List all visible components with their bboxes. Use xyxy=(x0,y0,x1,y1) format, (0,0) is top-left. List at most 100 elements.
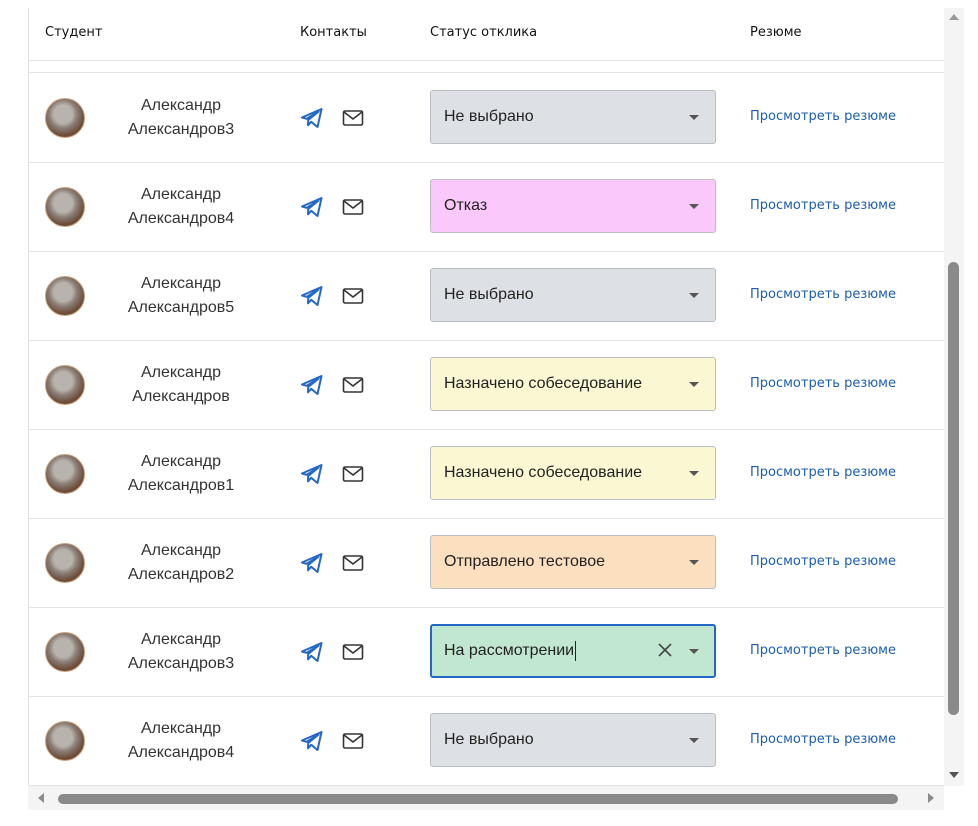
student-last-name: Александров1 xyxy=(127,477,235,494)
header-contacts: Контакты xyxy=(300,25,367,40)
telegram-icon[interactable] xyxy=(300,285,324,307)
view-resume-link[interactable]: Просмотреть резюме xyxy=(750,287,896,302)
student-name: Александр Александров4 xyxy=(111,717,251,765)
chevron-down-icon[interactable] xyxy=(689,382,699,387)
table-row: Александр Александров2 Отправлено тестов… xyxy=(29,519,945,608)
mail-icon[interactable] xyxy=(342,554,364,572)
chevron-down-icon[interactable] xyxy=(689,204,699,209)
status-select[interactable]: Не выбрано xyxy=(430,90,716,144)
status-select-value[interactable]: Назначено собеседование xyxy=(444,358,642,410)
mail-icon[interactable] xyxy=(342,109,364,127)
student-last-name: Александров2 xyxy=(127,566,235,583)
status-select[interactable]: Не выбрано xyxy=(430,268,716,322)
telegram-icon[interactable] xyxy=(300,374,324,396)
status-select-value[interactable]: Отправлено тестовое xyxy=(444,536,605,588)
horizontal-scrollbar[interactable] xyxy=(28,786,944,810)
student-name: Александр Александров4 xyxy=(111,183,251,231)
horizontal-scrollbar-thumb[interactable] xyxy=(58,794,898,804)
status-select-value[interactable]: Не выбрано xyxy=(444,91,534,143)
vertical-scrollbar[interactable] xyxy=(944,8,964,786)
student-last-name: Александров xyxy=(132,388,230,405)
student-first-name: Александр xyxy=(140,364,222,381)
chevron-down-icon[interactable] xyxy=(689,293,699,298)
header-resume: Резюме xyxy=(750,25,802,40)
avatar xyxy=(45,187,85,227)
avatar xyxy=(45,365,85,405)
table-row: Александр Александров4 Не выбрано Просмо… xyxy=(29,697,945,786)
student-first-name: Александр xyxy=(140,97,222,114)
view-resume-link[interactable]: Просмотреть резюме xyxy=(750,732,896,747)
status-select-value[interactable]: Не выбрано xyxy=(444,269,534,321)
status-select[interactable]: Назначено собеседование xyxy=(430,357,716,411)
student-first-name: Александр xyxy=(140,186,222,203)
student-name: Александр Александров3 xyxy=(111,94,251,142)
avatar xyxy=(45,721,85,761)
telegram-icon[interactable] xyxy=(300,107,324,129)
student-last-name: Александров4 xyxy=(127,744,235,761)
student-name: Александр Александров xyxy=(111,361,251,409)
avatar xyxy=(45,454,85,494)
scroll-right-arrow-icon[interactable] xyxy=(928,793,934,803)
avatar xyxy=(45,276,85,316)
chevron-down-icon[interactable] xyxy=(689,560,699,565)
telegram-icon[interactable] xyxy=(300,641,324,663)
table-row: Александр Александров3 На рассмотрении П… xyxy=(29,608,945,697)
table-body: Александр Александров3 Не выбрано Просмо… xyxy=(29,74,945,786)
student-first-name: Александр xyxy=(140,453,222,470)
chevron-down-icon[interactable] xyxy=(689,738,699,743)
status-select[interactable]: На рассмотрении xyxy=(430,624,716,678)
chevron-down-icon[interactable] xyxy=(689,115,699,120)
view-resume-link[interactable]: Просмотреть резюме xyxy=(750,198,896,213)
mail-icon[interactable] xyxy=(342,198,364,216)
student-last-name: Александров5 xyxy=(127,299,235,316)
mail-icon[interactable] xyxy=(342,376,364,394)
row-divider xyxy=(29,72,945,73)
status-select-value[interactable]: На рассмотрении xyxy=(444,626,577,678)
avatar xyxy=(45,543,85,583)
student-last-name: Александров4 xyxy=(127,210,235,227)
student-name: Александр Александров2 xyxy=(111,539,251,587)
telegram-icon[interactable] xyxy=(300,463,324,485)
table-row: Александр Александров3 Не выбрано Просмо… xyxy=(29,74,945,163)
student-name: Александр Александров3 xyxy=(111,628,251,676)
mail-icon[interactable] xyxy=(342,287,364,305)
scroll-down-arrow-icon[interactable] xyxy=(949,772,959,778)
close-icon[interactable] xyxy=(654,639,676,661)
status-select-value[interactable]: Не выбрано xyxy=(444,714,534,766)
header-status: Статус отклика xyxy=(430,25,538,40)
view-resume-link[interactable]: Просмотреть резюме xyxy=(750,643,896,658)
status-select[interactable]: Не выбрано xyxy=(430,713,716,767)
telegram-icon[interactable] xyxy=(300,552,324,574)
vertical-scrollbar-thumb[interactable] xyxy=(948,262,959,715)
status-select[interactable]: Отказ xyxy=(430,179,716,233)
mail-icon[interactable] xyxy=(342,732,364,750)
table-row: Александр Александров Назначено собеседо… xyxy=(29,341,945,430)
student-first-name: Александр xyxy=(140,275,222,292)
telegram-icon[interactable] xyxy=(300,730,324,752)
table-header: Студент Контакты Статус отклика Резюме xyxy=(29,8,945,61)
table-row: Александр Александров1 Назначено собесед… xyxy=(29,430,945,519)
table-row: Александр Александров5 Не выбрано Просмо… xyxy=(29,252,945,341)
scroll-left-arrow-icon[interactable] xyxy=(38,793,44,803)
view-resume-link[interactable]: Просмотреть резюме xyxy=(750,465,896,480)
avatar xyxy=(45,632,85,672)
scroll-up-arrow-icon[interactable] xyxy=(949,14,959,20)
view-resume-link[interactable]: Просмотреть резюме xyxy=(750,109,896,124)
mail-icon[interactable] xyxy=(342,643,364,661)
avatar xyxy=(45,98,85,138)
chevron-down-icon[interactable] xyxy=(689,471,699,476)
status-select[interactable]: Отправлено тестовое xyxy=(430,535,716,589)
student-first-name: Александр xyxy=(140,631,222,648)
view-resume-link[interactable]: Просмотреть резюме xyxy=(750,376,896,391)
status-select-value[interactable]: Назначено собеседование xyxy=(444,447,642,499)
chevron-down-icon[interactable] xyxy=(689,649,699,654)
view-resume-link[interactable]: Просмотреть резюме xyxy=(750,554,896,569)
text-cursor xyxy=(575,640,577,661)
telegram-icon[interactable] xyxy=(300,196,324,218)
student-last-name: Александров3 xyxy=(127,655,235,672)
student-last-name: Александров3 xyxy=(127,121,235,138)
status-select-value[interactable]: Отказ xyxy=(444,180,487,232)
status-select[interactable]: Назначено собеседование xyxy=(430,446,716,500)
mail-icon[interactable] xyxy=(342,465,364,483)
student-name: Александр Александров1 xyxy=(111,450,251,498)
